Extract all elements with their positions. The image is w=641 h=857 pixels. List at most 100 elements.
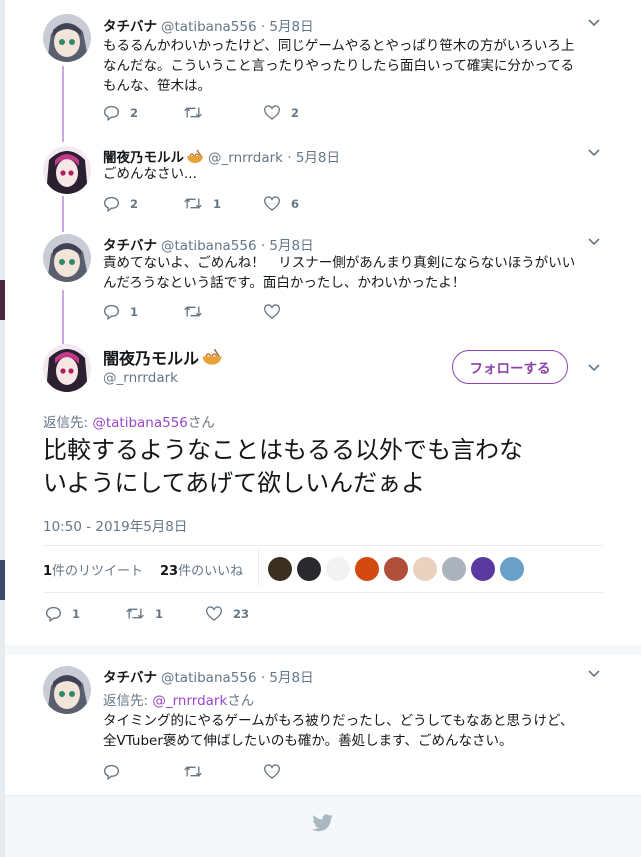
- reply-icon: [104, 105, 119, 121]
- avatar[interactable]: [43, 344, 91, 392]
- timestamp[interactable]: 10:50 - 2019年5月8日: [43, 515, 187, 535]
- reply-context: 返信先: @tatibana556さん: [43, 415, 215, 431]
- retweet-icon: [126, 608, 144, 619]
- retweet-button[interactable]: [183, 763, 213, 780]
- tweet-header: タチバナ @tatibana556 · 5月8日: [103, 234, 314, 254]
- like-count: 23: [233, 606, 250, 621]
- reply-button[interactable]: 2: [103, 104, 138, 121]
- avatar[interactable]: [471, 557, 495, 581]
- mention-link[interactable]: @_rnrrdark: [152, 693, 227, 709]
- tweet-text: 責めてないよ、ごめんね！ リスナー側があんまり真剣にならないほうがいい んだろうな…: [103, 255, 576, 291]
- reply-button[interactable]: 1: [45, 605, 80, 622]
- display-name[interactable]: 闇夜乃モルル: [103, 345, 223, 369]
- reply-button[interactable]: 1: [103, 303, 138, 320]
- retweet-icon: [184, 107, 202, 118]
- stats-retweets[interactable]: 1件のリツイート: [43, 560, 143, 579]
- chevron-down-icon[interactable]: [587, 669, 601, 679]
- reply-icon: [104, 196, 119, 212]
- mention-link[interactable]: @tatibana556: [92, 415, 188, 431]
- heart-icon: [263, 764, 281, 779]
- handle-and-date[interactable]: @tatibana556 · 5月8日: [161, 238, 314, 254]
- retweet-count: 1: [213, 196, 222, 211]
- like-count: 2: [291, 105, 300, 120]
- follow-button[interactable]: フォローする: [452, 350, 568, 384]
- divider: [5, 645, 641, 655]
- tweet-actions: 1 1 23: [45, 605, 345, 625]
- display-name[interactable]: タチバナ: [103, 670, 157, 686]
- avatar[interactable]: [500, 557, 524, 581]
- reply-context: 返信先: @_rnrrdarkさん: [103, 693, 255, 709]
- chevron-down-icon[interactable]: [587, 363, 601, 373]
- avatar[interactable]: [43, 234, 91, 282]
- reply-icon: [104, 304, 119, 320]
- stats-likes[interactable]: 23件のいいね: [160, 560, 243, 579]
- display-name[interactable]: タチバナ: [103, 238, 157, 254]
- conversation-card: タチバナ @tatibana556 · 5月8日 もるるんかわいかったけど、同じゲ…: [5, 0, 641, 857]
- conversation-footer: [5, 795, 641, 857]
- divider: [43, 592, 603, 593]
- reply-icon: [46, 606, 61, 622]
- tweet-text: ごめんなさい...: [103, 166, 197, 182]
- thread-line: [62, 196, 64, 232]
- thread-line: [62, 290, 64, 344]
- reply-button[interactable]: [103, 763, 130, 780]
- tweet-header: タチバナ @tatibana556 · 5月8日: [103, 666, 314, 686]
- avatar[interactable]: [43, 666, 91, 714]
- handle-and-date[interactable]: @tatibana556 · 5月8日: [161, 19, 314, 35]
- tweet-actions: [103, 763, 403, 783]
- tweet-header: 闇夜乃モルル @_rnrrdark · 5月8日: [103, 146, 340, 166]
- avatar[interactable]: [326, 557, 350, 581]
- reply-count: 1: [72, 606, 81, 621]
- ramen-emoji: [187, 149, 203, 163]
- retweet-icon: [184, 306, 202, 317]
- handle[interactable]: @_rnrrdark: [103, 370, 178, 386]
- avatar[interactable]: [43, 14, 91, 62]
- retweet-count: 1: [155, 606, 164, 621]
- chevron-down-icon[interactable]: [587, 237, 601, 247]
- retweet-button[interactable]: 1: [125, 605, 163, 622]
- tweet-text: タイミング的にやるゲームがもろ被りだったし、どうしてもなあと思うけど、 全VTub…: [103, 713, 574, 749]
- heart-icon: [263, 196, 281, 211]
- tweet-header: タチバナ @tatibana556 · 5月8日: [103, 15, 314, 35]
- reply-count: 2: [130, 105, 139, 120]
- retweet-button[interactable]: [183, 104, 213, 121]
- avatar[interactable]: [297, 557, 321, 581]
- avatar[interactable]: [442, 557, 466, 581]
- heart-icon: [263, 304, 281, 319]
- reply-icon: [104, 764, 119, 780]
- divider: [43, 545, 603, 546]
- heart-icon: [205, 606, 223, 621]
- twitter-bird-icon[interactable]: [312, 814, 334, 832]
- chevron-down-icon[interactable]: [587, 18, 601, 28]
- avatar[interactable]: [413, 557, 437, 581]
- focused-tweet-text: 比較するようなことはもるる以外でも言わな いようにしてあげて欲しいんだぁよ: [43, 436, 523, 497]
- ramen-emoji: [202, 348, 222, 365]
- avatar[interactable]: [268, 557, 292, 581]
- like-button[interactable]: 6: [263, 195, 299, 212]
- thread-line: [62, 66, 64, 142]
- reply-button[interactable]: 2: [103, 195, 138, 212]
- like-count: 6: [291, 196, 300, 211]
- retweet-icon: [184, 766, 202, 777]
- avatar[interactable]: [355, 557, 379, 581]
- like-button[interactable]: 23: [205, 605, 249, 622]
- tweet-actions: 1: [103, 303, 403, 323]
- heart-icon: [263, 105, 281, 120]
- avatar[interactable]: [43, 146, 91, 194]
- avatar[interactable]: [384, 557, 408, 581]
- retweet-button[interactable]: 1: [183, 195, 221, 212]
- chevron-down-icon[interactable]: [587, 148, 601, 158]
- like-button[interactable]: [263, 303, 291, 320]
- divider: [258, 548, 259, 586]
- tweet-text: もるるんかわいかったけど、同じゲームやるとやっぱり笹木の方がいろいろ上 なんだな。…: [103, 38, 575, 94]
- tweet-actions: 2 2: [103, 104, 403, 124]
- retweet-button[interactable]: [183, 303, 213, 320]
- display-name[interactable]: タチバナ: [103, 19, 157, 35]
- tweet-actions: 2 1 6: [103, 195, 403, 215]
- reply-count: 2: [130, 196, 139, 211]
- handle-and-date[interactable]: @tatibana556 · 5月8日: [161, 670, 314, 686]
- retweet-icon: [184, 198, 202, 209]
- reply-count: 1: [130, 304, 139, 319]
- like-button[interactable]: 2: [263, 104, 299, 121]
- like-button[interactable]: [263, 763, 291, 780]
